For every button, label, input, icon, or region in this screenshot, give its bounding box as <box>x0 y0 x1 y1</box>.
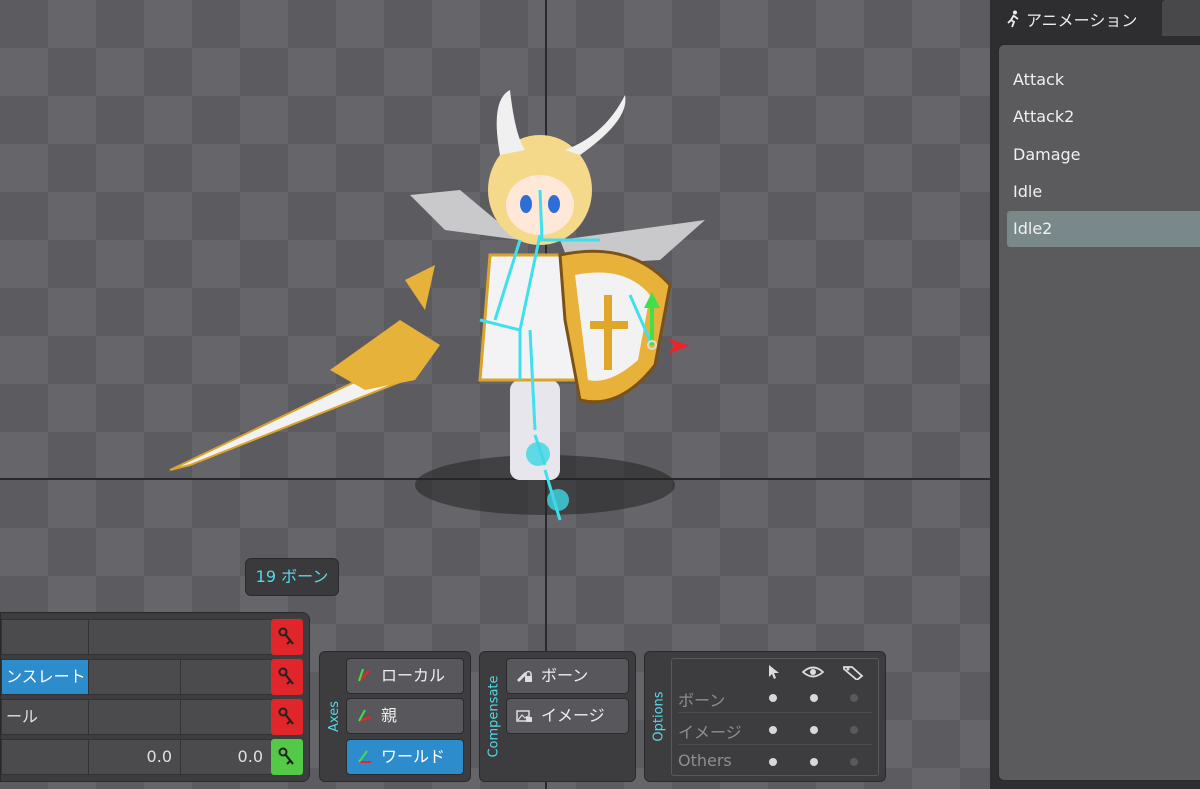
animation-item[interactable]: Attack <box>1007 62 1200 98</box>
key-button[interactable] <box>271 619 303 655</box>
select-toggle[interactable] <box>769 694 777 702</box>
key-button[interactable] <box>271 739 303 775</box>
key-icon <box>278 707 294 725</box>
value-field-y[interactable] <box>180 659 272 695</box>
eye-icon <box>802 666 824 678</box>
transform-row-translate: ンスレート <box>1 659 303 695</box>
transform-panel: ンスレート ール 0.0 0.0 <box>0 612 310 782</box>
options-row-label: イメージ <box>678 723 742 742</box>
options-title: Options <box>651 691 667 742</box>
value-field-x[interactable]: 0.0 <box>88 739 181 775</box>
bone-count-badge: 19 ボーン <box>245 558 339 596</box>
eye-left <box>520 195 532 213</box>
canvas-viewport[interactable]: 19 ボーン ンスレート ール 0.0 0.0 Axes ローカル 親 ワールド… <box>0 0 990 789</box>
value-field-y[interactable]: 0.0 <box>180 739 272 775</box>
options-group: Options ボーン イメージ Others <box>644 651 886 782</box>
label-toggle[interactable] <box>850 758 858 766</box>
select-toggle[interactable] <box>769 726 777 734</box>
compensate-bone-label: ボーン <box>541 666 589 685</box>
options-row-label: Others <box>678 751 732 770</box>
axes-group: Axes ローカル 親 ワールド <box>319 651 471 782</box>
key-icon <box>278 747 294 765</box>
translate-mode-button[interactable]: ンスレート <box>1 659 89 695</box>
transform-row-scale: ール <box>1 699 303 735</box>
running-figure-icon <box>1007 10 1019 28</box>
axes-world-label: ワールド <box>381 747 446 766</box>
compensate-bone-button[interactable]: ボーン <box>506 658 629 694</box>
options-row-others: Others <box>672 745 878 777</box>
world-axes-icon <box>358 750 371 763</box>
tag-icon <box>843 666 864 680</box>
transform-row-shear: 0.0 0.0 <box>1 739 303 775</box>
local-axes-icon <box>358 668 370 682</box>
spear-tip <box>405 265 435 310</box>
helmet-wing-left <box>496 90 525 155</box>
label-toggle[interactable] <box>850 694 858 702</box>
animation-list: Attack Attack2 Damage Idle Idle2 <box>998 44 1200 781</box>
shear-mode-button[interactable] <box>1 739 89 775</box>
value-field-x[interactable] <box>88 699 181 735</box>
label-toggle[interactable] <box>850 726 858 734</box>
axes-local-button[interactable]: ローカル <box>346 658 464 694</box>
bone-joint-foot <box>547 489 569 511</box>
image-lock-icon <box>516 710 532 722</box>
visibility-toggle[interactable] <box>810 694 818 702</box>
animation-item-selected[interactable]: Idle2 <box>1007 211 1200 247</box>
axes-title: Axes <box>326 701 342 732</box>
animation-panel: アニメーション Attack Attack2 Damage Idle Idle2 <box>990 0 1200 789</box>
options-row-label: ボーン <box>678 691 726 710</box>
visibility-toggle[interactable] <box>810 726 818 734</box>
animation-tab-label: アニメーション <box>1026 11 1138 30</box>
key-icon <box>278 627 294 645</box>
axes-parent-label: 親 <box>381 706 398 725</box>
animation-tab[interactable]: アニメーション <box>998 0 1153 38</box>
eye-right <box>548 195 560 213</box>
axes-local-label: ローカル <box>381 666 446 685</box>
compensate-image-button[interactable]: イメージ <box>506 698 629 734</box>
key-button[interactable] <box>271 659 303 695</box>
compensate-image-label: イメージ <box>541 706 605 725</box>
bone-joint-knee <box>526 442 550 466</box>
character-skeleton[interactable] <box>160 80 720 540</box>
key-icon <box>278 667 294 685</box>
compensate-group: Compensate ボーン イメージ <box>479 651 636 782</box>
axes-world-button[interactable]: ワールド <box>346 739 464 775</box>
animation-item[interactable]: Idle <box>1007 174 1200 210</box>
axes-parent-button[interactable]: 親 <box>346 698 464 734</box>
helmet-wing-right <box>565 95 626 155</box>
scale-mode-button[interactable]: ール <box>1 699 89 735</box>
transform-row-rotate <box>1 619 303 655</box>
options-grid: ボーン イメージ Others <box>671 658 879 776</box>
visibility-toggle[interactable] <box>810 758 818 766</box>
parent-axes-icon <box>358 709 372 722</box>
secondary-tab[interactable] <box>1162 0 1200 36</box>
value-field-x[interactable] <box>88 659 181 695</box>
compensate-title: Compensate <box>486 675 502 758</box>
spear-guard <box>330 320 440 390</box>
select-icon <box>769 665 779 679</box>
options-row-images: イメージ <box>672 713 878 745</box>
animation-item[interactable]: Damage <box>1007 137 1200 173</box>
row-label[interactable] <box>1 619 89 655</box>
options-row-bones: ボーン <box>672 681 878 713</box>
bone-lock-icon <box>516 670 532 683</box>
key-button[interactable] <box>271 699 303 735</box>
value-field-y[interactable] <box>180 699 272 735</box>
value-field[interactable] <box>88 619 272 655</box>
animation-item[interactable]: Attack2 <box>1007 99 1200 135</box>
select-toggle[interactable] <box>769 758 777 766</box>
